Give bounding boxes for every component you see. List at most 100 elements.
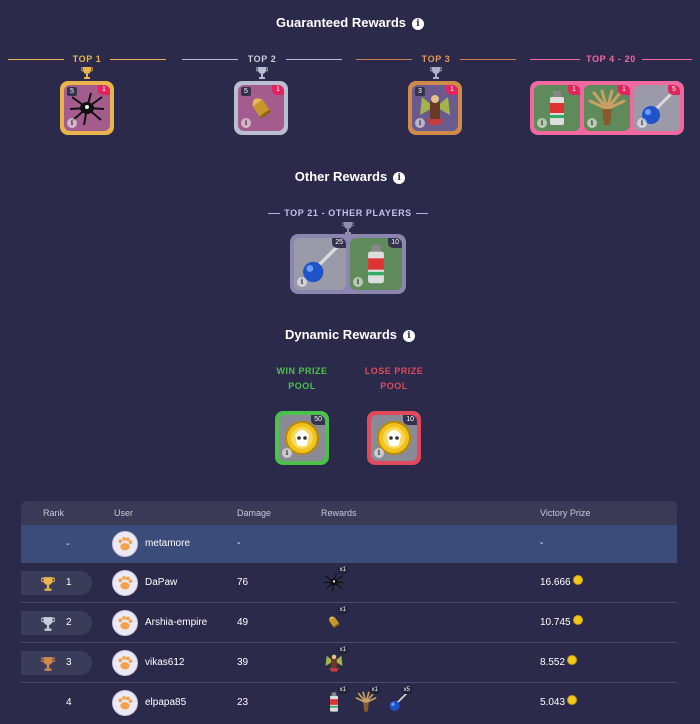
gold-trophy-icon (41, 576, 55, 592)
table-header: Rank User Damage Rewards Victory Prize (21, 501, 677, 525)
reward-item[interactable]: 50 i (279, 415, 325, 461)
reward-thumb[interactable]: x1 (321, 567, 348, 595)
reward-count: x1 (369, 687, 380, 694)
reward-item[interactable]: 25 i (294, 238, 346, 290)
coin-icon (567, 655, 578, 665)
reward-item[interactable]: 3 1 i (412, 85, 458, 131)
username: DaPaw (145, 577, 178, 588)
divider (268, 213, 280, 214)
reward-thumb[interactable]: x1 (353, 687, 380, 715)
rank-cell: 4 (66, 697, 72, 708)
reward-item[interactable]: 10 i (350, 238, 402, 290)
coin-icon (567, 695, 578, 705)
tier-top-1: TOP 1 (8, 54, 166, 64)
divider (8, 59, 64, 60)
info-icon[interactable]: i (297, 277, 307, 287)
paw-icon (113, 532, 137, 556)
divider (642, 59, 692, 60)
lose-prize-pool-label: LOSE PRIZE POOL (364, 366, 424, 391)
other-rewards-title: Other Rewards i (0, 169, 700, 184)
reward-item[interactable]: 5 1 i (64, 85, 110, 131)
info-icon[interactable]: i (412, 17, 425, 30)
divider (182, 59, 238, 60)
tier-top-2: TOP 2 (182, 54, 342, 64)
bronze-trophy-icon (41, 656, 55, 672)
count-badge: 10 (403, 415, 417, 425)
table-row[interactable]: 4 elpapa85 23 x1 x1 x5 5.043 (21, 683, 677, 721)
avatar (112, 531, 138, 557)
reward-count: x1 (337, 687, 348, 694)
count-badge: 1 (272, 85, 284, 95)
reward-thumb[interactable]: x1 (321, 607, 348, 635)
info-icon[interactable]: i (403, 329, 415, 342)
lose-prize-pool-card[interactable]: 10 i (367, 411, 421, 465)
current-user-row[interactable]: - metamore - - (21, 525, 677, 563)
info-icon[interactable]: i (374, 448, 384, 458)
username: metamore (145, 538, 191, 549)
reward-item[interactable]: 1 i (584, 85, 630, 131)
table-row[interactable]: 2 Arshia-empire 49 x1 10.745 (21, 603, 677, 643)
divider (416, 213, 428, 214)
tier-top-3: TOP 3 (356, 54, 516, 64)
coin-icon (572, 575, 583, 585)
info-icon[interactable]: i (67, 118, 77, 128)
dynamic-rewards-title: Dynamic Rewards i (0, 327, 700, 342)
rank-cell: - (66, 539, 70, 550)
damage-cell: 76 (237, 577, 249, 588)
reward-item[interactable]: 1 i (534, 85, 580, 131)
count-badge: 1 (618, 85, 630, 95)
prize-header: Victory Prize (540, 508, 591, 518)
divider (530, 59, 580, 60)
coin-icon (572, 615, 583, 625)
silver-trophy-icon (41, 616, 55, 632)
reward-item[interactable]: 5 1 i (238, 85, 284, 131)
info-icon[interactable]: i (587, 118, 597, 128)
info-icon[interactable]: i (353, 277, 363, 287)
silver-trophy-icon (256, 66, 268, 80)
reward-thumb[interactable]: x1 (321, 687, 348, 715)
guaranteed-rewards-title: Guaranteed Rewards i (0, 15, 700, 30)
reward-item[interactable]: 10 i (371, 415, 417, 461)
avatar (112, 610, 138, 636)
reward-item[interactable]: 5 i (634, 85, 680, 131)
avatar (112, 570, 138, 596)
user-header: User (114, 508, 134, 518)
info-icon[interactable]: i (637, 118, 647, 128)
win-prize-pool-card[interactable]: 50 i (275, 411, 329, 465)
info-icon[interactable]: i (537, 118, 547, 128)
table-row[interactable]: 3 vikas612 39 x1 8.552 (21, 643, 677, 683)
info-icon[interactable]: i (282, 448, 292, 458)
reward-card-top-1[interactable]: 5 1 i (60, 81, 114, 135)
gold-trophy-icon (81, 66, 93, 80)
divider (356, 59, 412, 60)
prize-cell: 16.666 (540, 575, 583, 588)
damage-cell: 23 (237, 697, 249, 708)
avatar (112, 690, 138, 716)
quantity-badge: 5 (67, 87, 77, 96)
info-icon[interactable]: i (393, 171, 406, 184)
reward-card-top-3[interactable]: 3 1 i (408, 81, 462, 135)
reward-card-top-2[interactable]: 5 1 i (234, 81, 288, 135)
damage-header: Damage (237, 508, 272, 518)
count-badge: 1 (568, 85, 580, 95)
info-icon[interactable]: i (415, 118, 425, 128)
reward-thumb[interactable]: x1 (321, 647, 348, 675)
reward-card-top-21[interactable]: 25 i 10 i (290, 234, 406, 294)
rank-pill (21, 611, 92, 635)
table-row[interactable]: 1 DaPaw 76 x1 16.666 (21, 563, 677, 603)
tier-label: TOP 21 - OTHER PLAYERS (284, 208, 412, 218)
divider (460, 59, 516, 60)
reward-card-top-4-20[interactable]: 1 i 1 i 5 i (530, 81, 684, 135)
trophy-icon (342, 221, 354, 235)
tier-top-4-20: TOP 4 - 20 (530, 54, 692, 64)
avatar (112, 650, 138, 676)
rank-pill (21, 651, 92, 675)
bronze-trophy-icon (430, 66, 442, 80)
rank-cell: 2 (66, 617, 72, 628)
info-icon[interactable]: i (241, 118, 251, 128)
paw-icon (113, 691, 137, 715)
damage-cell: 39 (237, 657, 249, 668)
reward-thumb[interactable]: x5 (385, 687, 412, 715)
divider (286, 59, 342, 60)
prize-cell: 10.745 (540, 615, 583, 628)
